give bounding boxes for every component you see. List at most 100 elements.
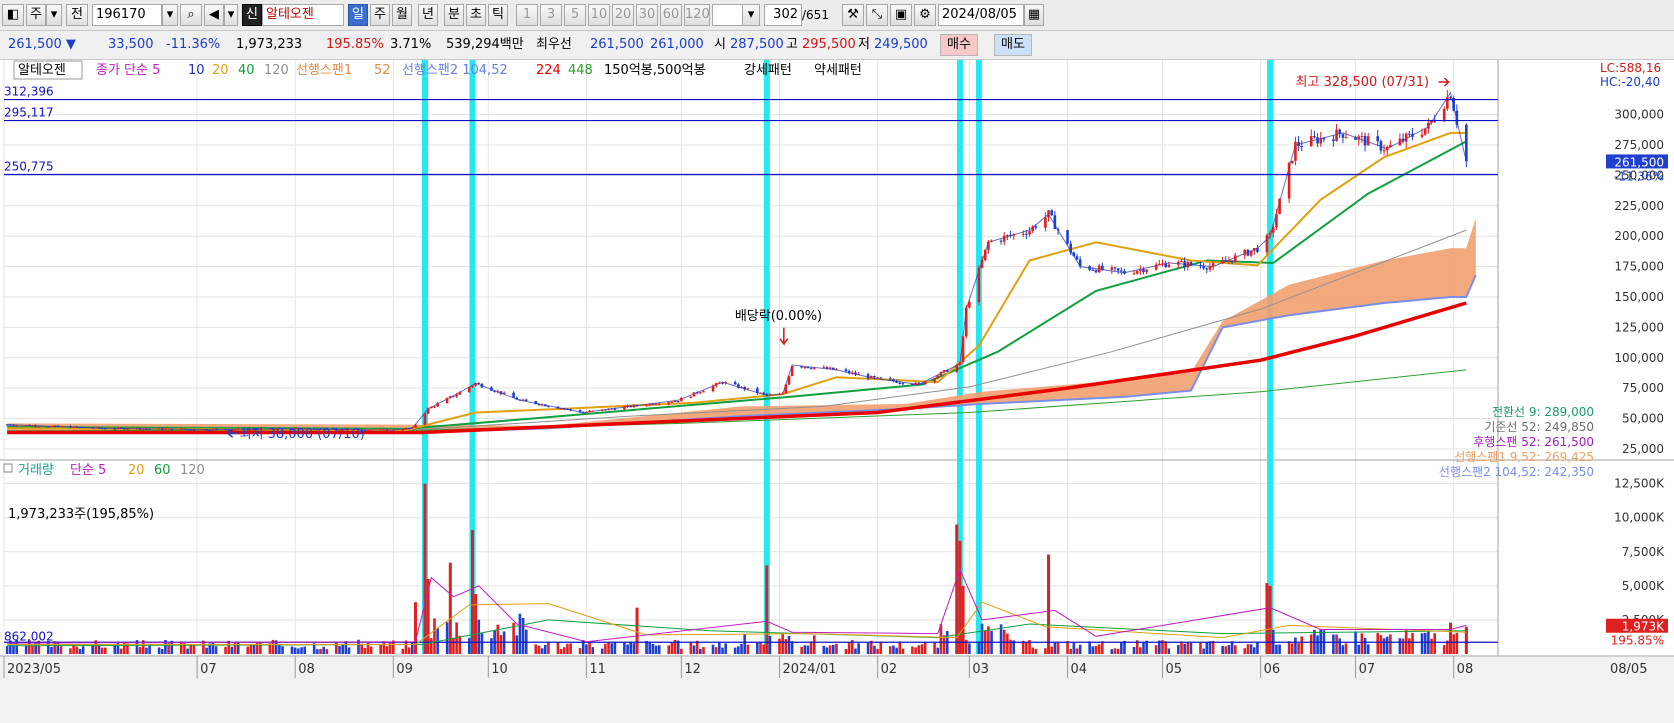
stock-code-input[interactable]: 196170 <box>92 4 162 26</box>
stock-chart[interactable]: 312,396 295,117 250,775 862,002 25,000 50,0… <box>0 60 1674 723</box>
stock-name-field[interactable]: 알테오젠 <box>262 4 344 26</box>
multiplier-button[interactable]: 5 <box>564 4 586 26</box>
candle-body <box>537 404 541 406</box>
candle-body <box>512 392 515 398</box>
calendar-icon[interactable]: ▦ <box>1024 4 1044 26</box>
volume-bar <box>980 623 984 654</box>
layout-icon[interactable]: ◧ <box>2 4 24 26</box>
market-select-button[interactable]: 주 <box>26 4 46 26</box>
high-label: 고 <box>786 37 798 52</box>
candle-body <box>1199 265 1202 267</box>
candle-body <box>604 409 607 411</box>
chevron-down-icon[interactable]: ▾ <box>742 4 760 26</box>
speaker-icon[interactable]: ◀ <box>204 4 224 26</box>
multiplier-button[interactable]: 20 <box>612 4 634 26</box>
volume-bar <box>1382 638 1386 654</box>
period-second-button[interactable]: 초 <box>466 4 486 26</box>
period-month-button[interactable]: 월 <box>392 4 412 26</box>
volume-bar <box>303 646 306 654</box>
candle-body <box>1233 255 1237 263</box>
candle-settings-icon[interactable]: ⚒ <box>842 4 864 26</box>
multiplier-button[interactable]: 60 <box>660 4 682 26</box>
period-week-button[interactable]: 주 <box>370 4 390 26</box>
multiplier-button[interactable]: 120 <box>684 4 710 26</box>
high-value: 295,500 <box>802 37 856 52</box>
candle-body <box>980 260 984 268</box>
candle-body <box>743 386 746 390</box>
period-minute-button[interactable]: 분 <box>444 4 464 26</box>
sell-button[interactable]: 매도 <box>994 34 1032 56</box>
candle-body <box>1031 226 1035 231</box>
volume-tick-label: 5,000K <box>1622 579 1665 593</box>
volume-bar <box>1246 644 1250 654</box>
multiplier-button[interactable]: 30 <box>636 4 658 26</box>
candle-body <box>1142 269 1145 273</box>
volume-bar <box>1452 634 1455 654</box>
volume-bar <box>692 645 696 654</box>
candle-body <box>1252 248 1256 251</box>
volume-bar <box>1290 643 1294 654</box>
volume-bar <box>1164 641 1167 654</box>
volume-bar <box>1227 645 1231 654</box>
candle-body <box>1246 249 1250 256</box>
volume-tick-label: 7,500K <box>1622 545 1665 559</box>
volume-spike-bar <box>1047 554 1051 654</box>
volume-bar <box>1050 646 1053 654</box>
volume-bar <box>585 644 588 654</box>
candle-body <box>790 366 794 377</box>
volume-bar <box>911 646 914 654</box>
page-count-input[interactable]: 302 <box>764 4 802 26</box>
candle-body <box>518 399 522 401</box>
gear-icon[interactable]: ⚙ <box>914 4 936 26</box>
volume-bar <box>721 647 724 654</box>
volume-bar <box>1341 645 1345 654</box>
volume-bar <box>1110 649 1114 654</box>
volume-bar <box>1183 643 1186 654</box>
period-day-button[interactable]: 일 <box>348 4 368 26</box>
buy-button[interactable]: 매수 <box>940 34 978 56</box>
chevron-down-icon[interactable]: ▾ <box>162 4 178 26</box>
candle-body <box>977 267 981 303</box>
save-icon[interactable]: ▣ <box>890 4 912 26</box>
candle-body <box>1376 136 1380 142</box>
volume-bar <box>1224 646 1228 654</box>
volume-bar <box>540 648 544 654</box>
prev-stock-button[interactable]: 전 <box>66 4 88 26</box>
date-input[interactable]: 2024/08/05 <box>938 4 1024 26</box>
candle-body <box>1322 137 1326 140</box>
legend-ma120: 120 <box>264 63 289 78</box>
volume-bar <box>347 647 351 654</box>
candle-body <box>119 427 123 429</box>
volume-bar <box>78 648 82 654</box>
period-year-button[interactable]: 년 <box>418 4 438 26</box>
candle-body <box>385 429 389 431</box>
candle-body <box>392 429 395 431</box>
search-icon[interactable]: ⌕ <box>180 4 202 26</box>
trend-tool-icon[interactable]: ⤡ <box>866 4 888 26</box>
volume-bar <box>1256 641 1259 654</box>
multiplier-button[interactable]: 3 <box>540 4 562 26</box>
candle-body <box>1139 269 1142 271</box>
volume-bar <box>790 641 794 654</box>
candle-body <box>879 377 883 379</box>
chevron-down-icon[interactable]: ▾ <box>224 4 238 26</box>
chevron-down-icon[interactable]: ▾ <box>46 4 62 26</box>
volume-bar <box>813 635 816 654</box>
candle-body <box>1408 133 1411 135</box>
multiplier-button[interactable]: 10 <box>588 4 610 26</box>
volume-bar <box>901 648 905 654</box>
period-tick-button[interactable]: 틱 <box>488 4 508 26</box>
candle-body <box>1135 270 1139 274</box>
volume-bar <box>1249 644 1253 654</box>
volume-bar <box>433 618 436 654</box>
candle-body <box>208 430 212 432</box>
legend-ma20: 20 <box>212 63 229 78</box>
volume-bar <box>1154 645 1158 654</box>
volume-bar <box>657 645 661 654</box>
volume-bar <box>1230 641 1234 654</box>
candle-body <box>452 396 455 398</box>
multiplier-button[interactable]: 1 <box>516 4 538 26</box>
candle-body <box>480 383 484 388</box>
candle-body <box>1278 198 1281 215</box>
candle-body <box>179 428 183 430</box>
